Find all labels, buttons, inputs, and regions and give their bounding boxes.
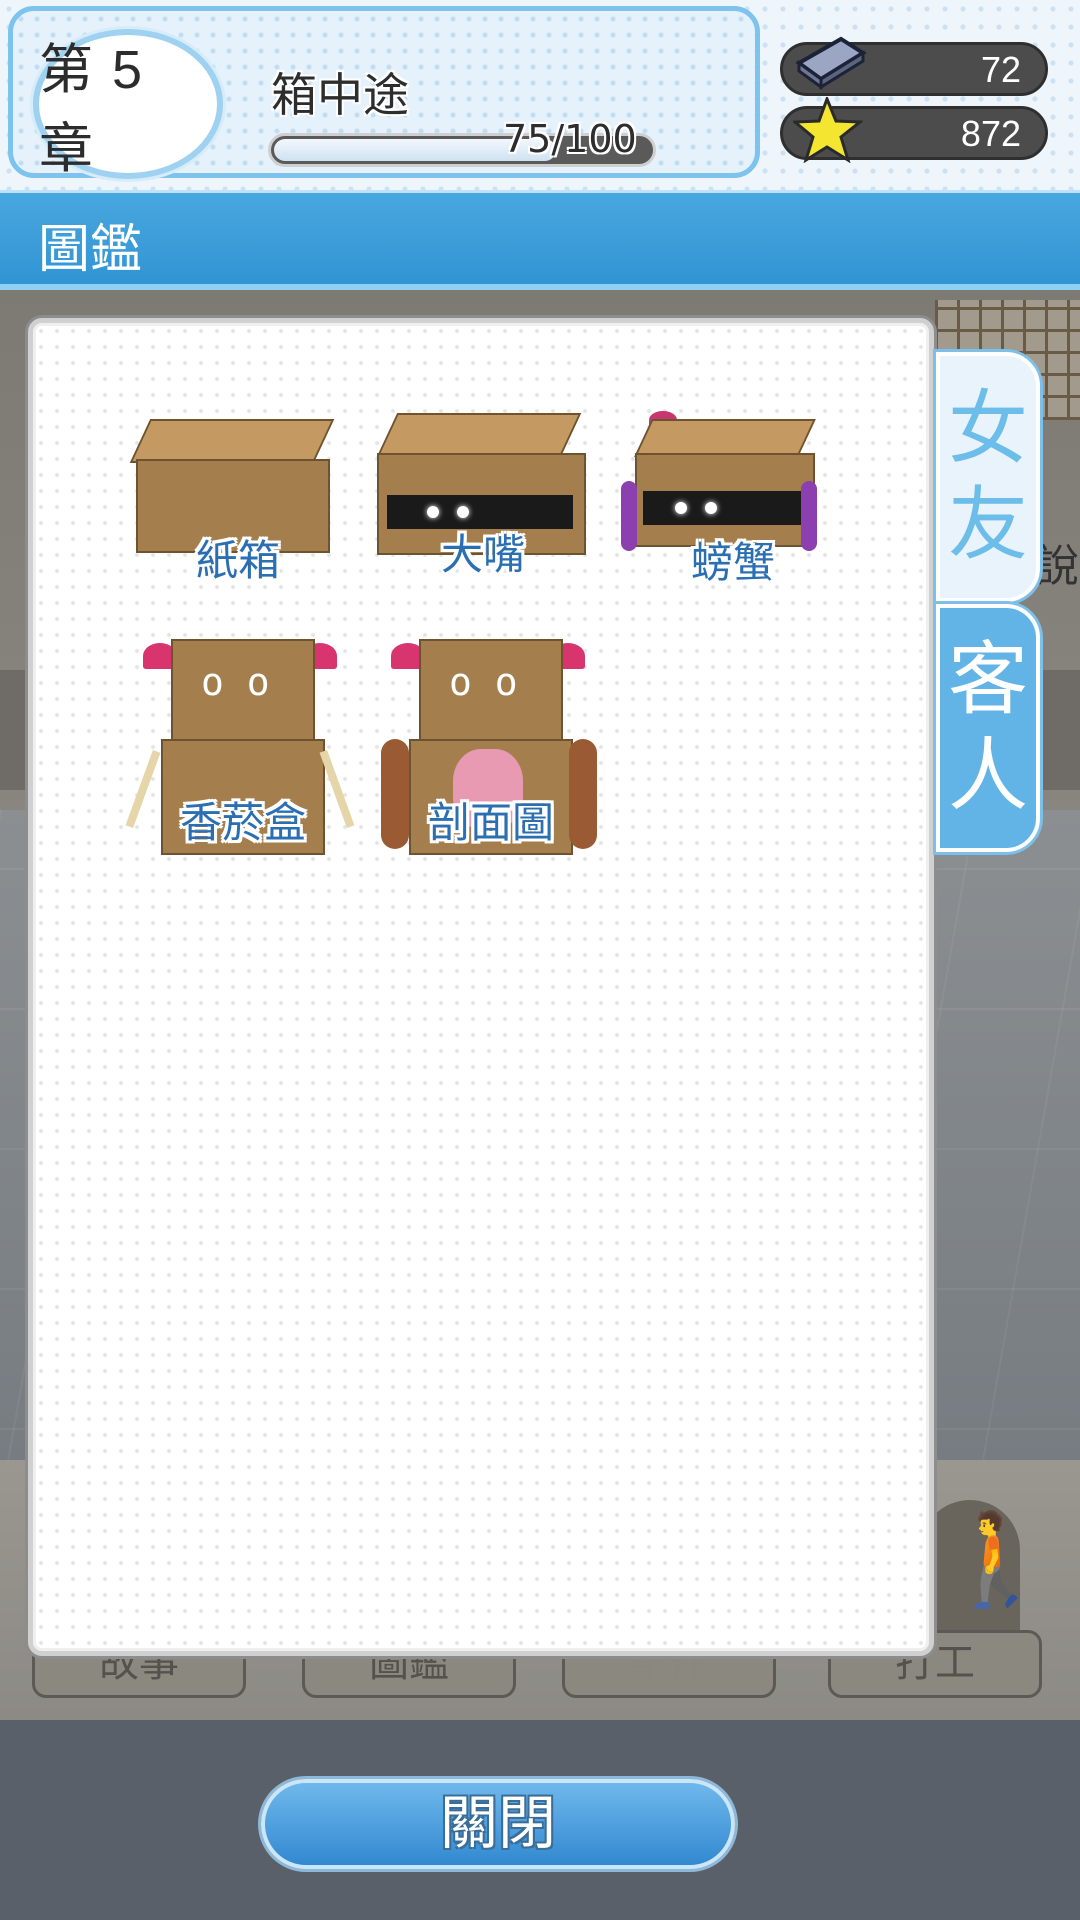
screen-title: 圖鑑 <box>38 220 143 280</box>
tab-guest-char: 人 <box>948 729 1028 822</box>
chapter-panel[interactable]: 第 5 章 箱中途 75/100 <box>8 6 760 179</box>
tab-guest[interactable]: 客 人 <box>936 604 1040 852</box>
chapter-progress-text: 75/100 <box>503 117 637 161</box>
encyclopedia-item-cardboard-box[interactable]: 紙箱 <box>128 409 348 599</box>
item-label: 大嘴 <box>440 531 525 578</box>
eye-graphic <box>457 506 469 518</box>
encyclopedia-item-cross-section[interactable]: o o 剖面圖 <box>381 639 601 859</box>
box-mouth-graphic <box>643 491 803 525</box>
ticket-counter: 72 <box>780 36 1048 96</box>
star-counter: 872 <box>780 94 1048 164</box>
item-label: 螃蟹 <box>690 539 775 586</box>
star-count: 872 <box>960 113 1021 154</box>
box-top-graphic <box>634 419 816 457</box>
face-graphic: o o <box>201 660 270 704</box>
top-header: 第 5 章 箱中途 75/100 72 872 <box>0 0 1080 190</box>
walking-person-icon: 🚶 <box>940 1507 1053 1612</box>
item-label: 紙箱 <box>195 537 280 584</box>
chapter-title: 箱中途 <box>271 69 409 121</box>
ticket-icon <box>793 33 867 102</box>
tab-guest-char: 客 <box>948 633 1028 726</box>
screen-titlebar: 圖鑑 <box>0 190 1080 290</box>
item-label: 香菸盒 <box>179 799 306 846</box>
encyclopedia-item-big-mouth[interactable]: 大嘴 <box>373 403 593 593</box>
encyclopedia-item-crab[interactable]: 螃蟹 <box>621 411 843 601</box>
star-icon <box>791 94 865 172</box>
eye-graphic <box>705 502 717 514</box>
encyclopedia-item-cigarette-box[interactable]: o o 香菸盒 <box>125 639 355 859</box>
chapter-badge: 第 5 章 <box>33 29 223 179</box>
close-button[interactable]: 關閉 <box>261 1779 735 1869</box>
face-graphic: o o <box>449 660 518 704</box>
background-speech-text: 說! <box>1035 541 1080 592</box>
eye-graphic <box>427 506 439 518</box>
box-top-graphic <box>129 419 335 463</box>
ticket-count: 72 <box>980 49 1021 90</box>
item-label: 剖面圖 <box>427 799 554 846</box>
box-top-graphic <box>376 413 582 457</box>
tab-girlfriend-char: 女 <box>948 382 1028 475</box>
encyclopedia-dialog: 紙箱 大嘴 螃蟹 o o 香菸盒 o o 剖面圖 關閉 <box>28 318 934 1869</box>
eye-graphic <box>675 502 687 514</box>
tab-girlfriend[interactable]: 女 友 <box>936 352 1040 602</box>
tab-girlfriend-char: 友 <box>948 478 1028 571</box>
